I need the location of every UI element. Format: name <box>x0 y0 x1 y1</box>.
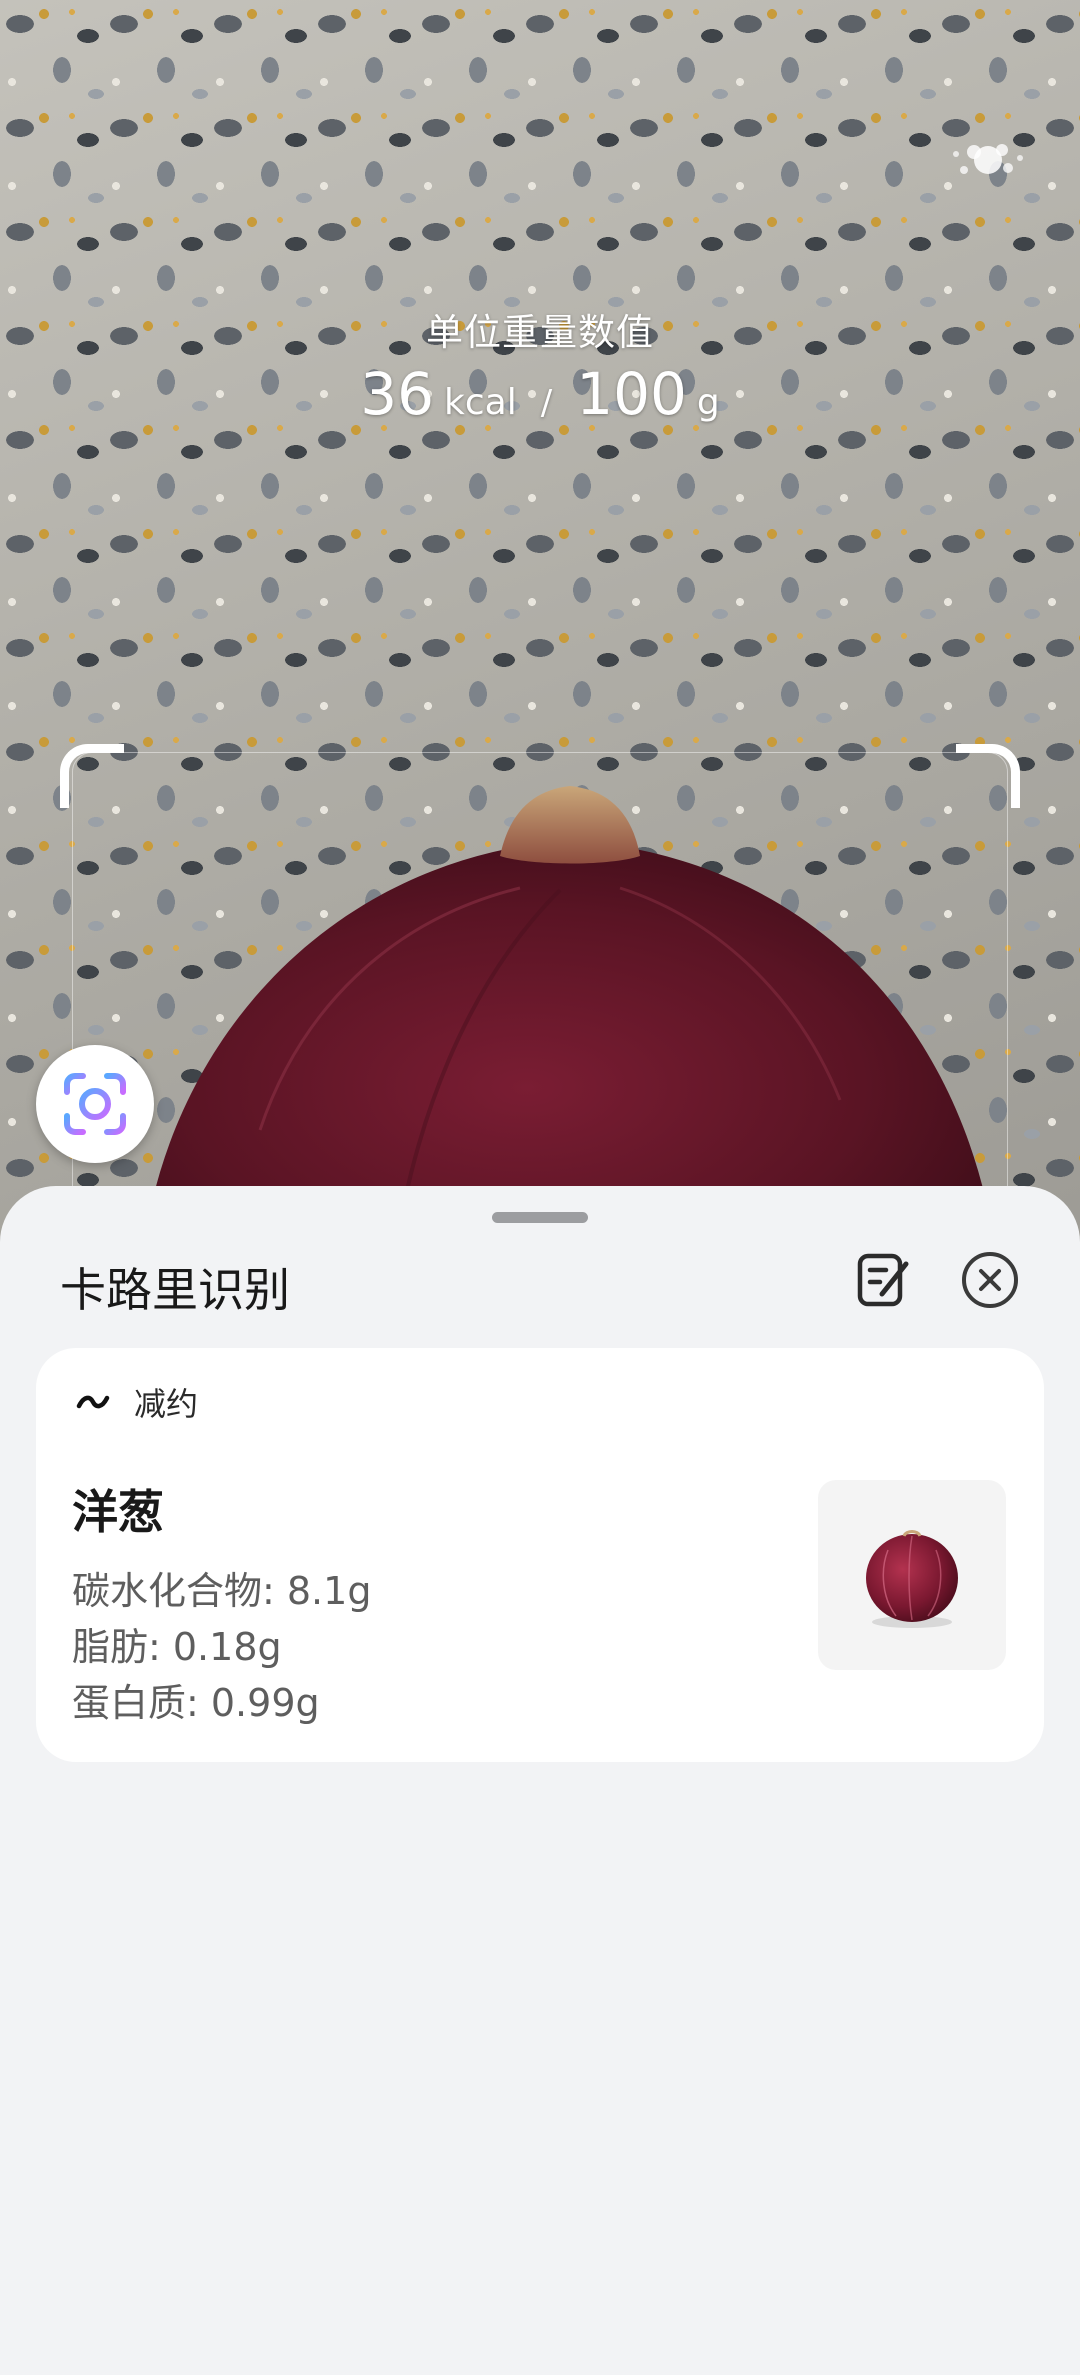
lens-scan-icon <box>64 1073 126 1135</box>
sheet-title: 卡路里识别 <box>60 1263 290 1317</box>
close-icon <box>979 1269 1001 1291</box>
food-thumbnail <box>818 1480 1006 1670</box>
food-name: 洋葱 <box>72 1485 164 1539</box>
diet-tag: 减约 <box>76 1382 199 1423</box>
nutrient-fat: 脂肪: 0.18g <box>72 1625 282 1669</box>
lens-scan-button[interactable] <box>36 1045 154 1163</box>
camera-viewfinder: 单位重量数值 36 kcal / 100 g <box>0 0 1080 1260</box>
weight-value: 100 <box>576 360 687 428</box>
edit-note-icon[interactable] <box>856 1250 912 1310</box>
nutrient-carbs: 碳水化合物: 8.1g <box>72 1569 372 1613</box>
scan-corner-top-left <box>60 744 124 808</box>
unit-weight-values: 36 kcal / 100 g <box>0 360 1080 428</box>
calorie-sheet: 卡路里识别 减约 洋葱 碳水化合物: 8.1g 脂肪: 0.18g 蛋白质: 0… <box>0 1186 1080 2375</box>
sparkle-icon[interactable] <box>948 130 1028 190</box>
close-button[interactable] <box>962 1252 1018 1308</box>
scan-corner-top-right <box>956 744 1020 808</box>
value-separator: / <box>540 383 553 423</box>
calories-unit: kcal <box>444 382 517 423</box>
diet-tag-label: 减约 <box>134 1385 199 1423</box>
drag-handle[interactable] <box>492 1212 588 1223</box>
scan-frame <box>72 752 1008 1260</box>
calories-value: 36 <box>360 360 435 428</box>
tilde-icon <box>76 1395 110 1409</box>
food-result-card[interactable]: 减约 洋葱 碳水化合物: 8.1g 脂肪: 0.18g 蛋白质: 0.99g <box>36 1348 1044 1762</box>
weight-unit: g <box>696 382 720 423</box>
onion-thumbnail-image <box>866 1530 958 1628</box>
nutrient-protein: 蛋白质: 0.99g <box>72 1681 320 1725</box>
unit-weight-title: 单位重量数值 <box>426 311 654 354</box>
